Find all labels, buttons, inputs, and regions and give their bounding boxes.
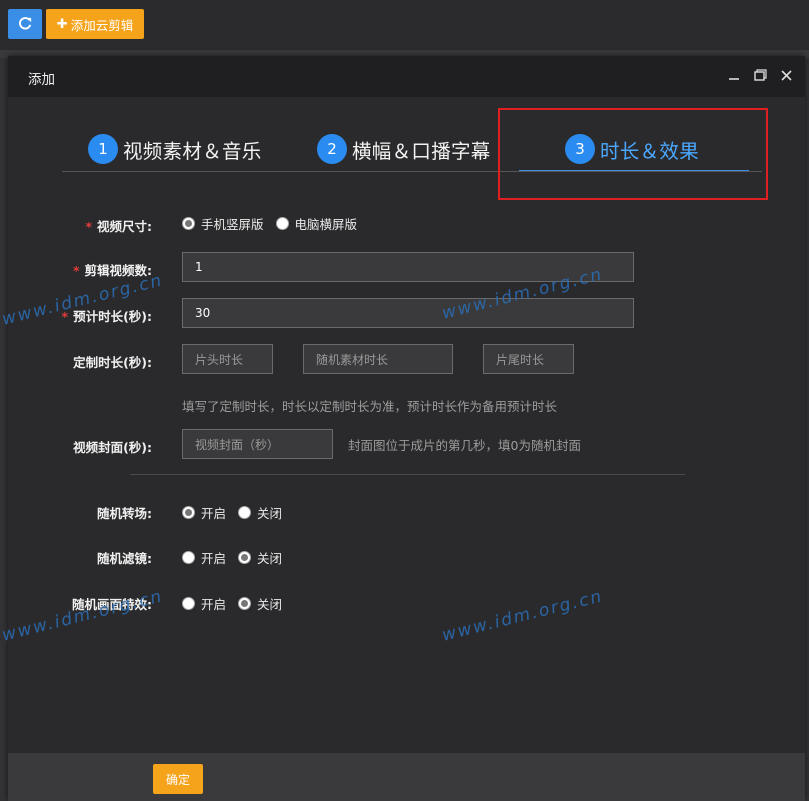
highlight-annotation-box	[498, 108, 768, 200]
est-duration-label: * 预计时长(秒):	[61, 309, 152, 324]
random-filter-label: 随机滤镜:	[97, 551, 152, 566]
radio-button[interactable]	[182, 597, 195, 610]
head-duration-input[interactable]: 片头时长	[182, 344, 273, 374]
form-divider	[130, 474, 685, 475]
radio-label: 手机竖屏版	[201, 217, 264, 232]
radio-portrait[interactable]: 手机竖屏版	[182, 214, 264, 233]
step-2[interactable]: 2 横幅＆口播字幕	[317, 132, 491, 166]
confirm-button[interactable]: 确定	[153, 764, 203, 794]
add-cloud-edit-button[interactable]: ✚ 添加云剪辑	[46, 9, 144, 39]
cover-label: 视频封面(秒):	[73, 440, 152, 455]
cover-hint: 封面图位于成片的第几秒，填0为随机封面	[348, 438, 581, 453]
random-filter-radio-group: 开启 关闭	[182, 548, 282, 567]
required-mark: *	[61, 309, 69, 324]
required-mark: *	[85, 219, 92, 234]
minimize-icon[interactable]	[726, 67, 742, 83]
radio-button[interactable]	[238, 506, 252, 519]
radio-button-checked[interactable]	[238, 597, 252, 610]
custom-duration-hint: 填写了定制时长，时长以定制时长为准，预计时长作为备用预计时长	[182, 399, 558, 414]
step-label: 视频素材＆音乐	[123, 139, 262, 163]
step-label: 横幅＆口播字幕	[352, 139, 491, 163]
tail-duration-input[interactable]: 片尾时长	[483, 344, 574, 374]
radio-on[interactable]: 开启	[182, 594, 226, 613]
required-mark: *	[72, 263, 80, 278]
radio-on[interactable]: 开启	[182, 503, 226, 522]
random-transition-radio-group: 开启 关闭	[182, 503, 282, 522]
radio-landscape[interactable]: 电脑横屏版	[275, 214, 358, 233]
random-duration-input[interactable]: 随机素材时长	[303, 344, 453, 374]
radio-button-checked[interactable]	[182, 217, 195, 230]
radio-button-checked[interactable]	[238, 551, 252, 564]
video-size-label: * 视频尺寸:	[85, 219, 152, 234]
clip-count-input[interactable]: 1	[182, 252, 634, 282]
random-transition-label: 随机转场:	[97, 506, 152, 521]
radio-label: 关闭	[257, 597, 283, 612]
radio-label: 关闭	[257, 551, 283, 566]
dialog-title: 添加	[28, 72, 55, 88]
custom-duration-label: 定制时长(秒):	[73, 355, 152, 370]
random-effect-radio-group: 开启 关闭	[182, 594, 282, 613]
random-effect-label: 随机画面特效:	[72, 597, 152, 612]
radio-button[interactable]	[182, 551, 195, 564]
step-number: 1	[88, 134, 118, 164]
refresh-button[interactable]	[8, 9, 42, 39]
video-size-radio-group: 手机竖屏版 电脑横屏版	[182, 214, 357, 233]
radio-label: 开启	[201, 551, 227, 566]
add-cloud-edit-label: 添加云剪辑	[70, 17, 134, 33]
plus-icon: ✚	[56, 16, 68, 32]
close-icon[interactable]	[778, 67, 794, 83]
background-edge	[0, 58, 8, 801]
dialog-footer: 确定	[8, 753, 805, 801]
cover-input[interactable]: 视频封面（秒）	[182, 429, 333, 459]
maximize-icon[interactable]	[752, 67, 768, 83]
radio-off[interactable]: 关闭	[238, 503, 282, 522]
radio-label: 开启	[201, 597, 227, 612]
background-edge	[805, 58, 809, 801]
radio-off[interactable]: 关闭	[238, 548, 282, 567]
dialog-header: 添加	[8, 56, 805, 97]
refresh-icon	[19, 17, 32, 30]
radio-off[interactable]: 关闭	[238, 594, 282, 613]
add-dialog: 添加 1 视频素材＆音乐 2 横幅＆口播字幕 3 时长＆效果 * 视频尺寸: 手…	[8, 56, 805, 801]
radio-label: 关闭	[257, 506, 283, 521]
radio-button-checked[interactable]	[182, 506, 195, 519]
step-1[interactable]: 1 视频素材＆音乐	[88, 132, 262, 166]
step-number: 2	[317, 134, 347, 164]
radio-label: 开启	[201, 506, 227, 521]
radio-button[interactable]	[275, 217, 289, 230]
clip-count-label: * 剪辑视频数:	[72, 263, 152, 278]
radio-on[interactable]: 开启	[182, 548, 226, 567]
radio-label: 电脑横屏版	[294, 217, 358, 232]
background-toolbar: ✚ 添加云剪辑	[0, 0, 809, 50]
est-duration-input[interactable]: 30	[182, 298, 634, 328]
